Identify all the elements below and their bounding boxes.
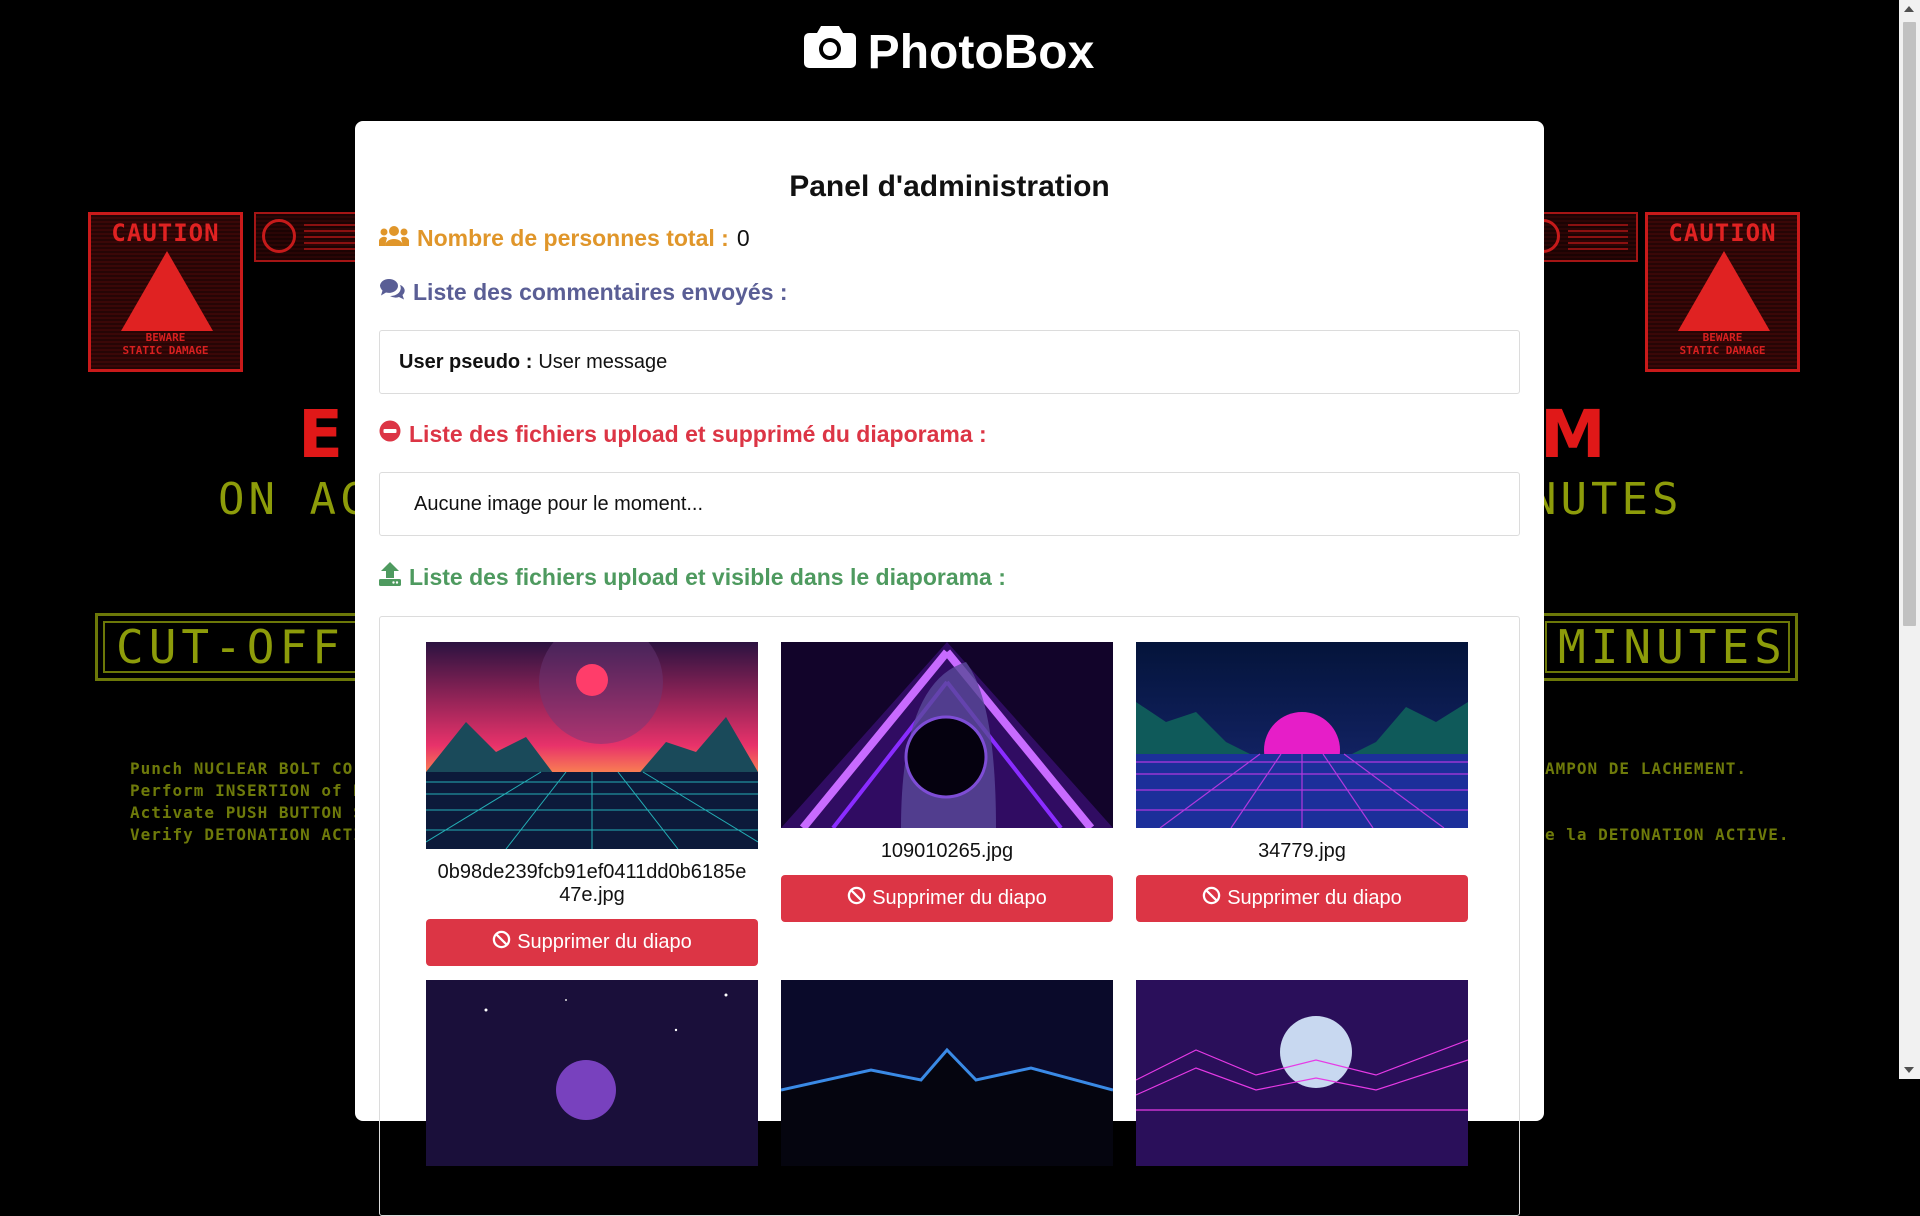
empty-message: Aucune image pour le moment... (414, 492, 704, 515)
site-header: PhotoBox (0, 24, 1898, 80)
image-thumbnail[interactable] (1136, 980, 1468, 1166)
delete-from-slideshow-button[interactable]: Supprimer du diapo (426, 919, 758, 966)
ban-icon (492, 930, 511, 955)
poster-subline-right: NUTES (1530, 474, 1683, 525)
image-thumbnail[interactable] (1136, 642, 1468, 828)
scroll-up-arrow[interactable] (1904, 6, 1914, 12)
caution-sign-left: CAUTION BEWARE STATIC DAMAGE (88, 212, 243, 372)
poster-subline-left: ON AC (218, 474, 371, 525)
removed-files-heading-text: Liste des fichiers upload et supprimé du… (409, 420, 987, 447)
poster-headline-left: E (298, 396, 348, 473)
poster-box-left: CUT-OFF S (95, 613, 365, 681)
image-card (426, 980, 758, 1178)
image-card (1136, 980, 1468, 1178)
comment-message: User message (538, 350, 668, 373)
poster-box-right: MINUTES (1540, 613, 1798, 681)
upload-icon (379, 562, 401, 592)
comment-pseudo: User pseudo : (399, 350, 533, 373)
scroll-down-arrow[interactable] (1904, 1067, 1914, 1073)
image-card: 0b98de239fcb91ef0411dd0b6185e47e.jpg Sup… (426, 642, 758, 966)
people-count-heading: Nombre de personnes total : 0 (378, 225, 1520, 252)
poster-instructions-left: Punch NUCLEAR BOLT CO Perform INSERTION … (130, 759, 375, 844)
caution-sign-right: CAUTION BEWARE STATIC DAMAGE (1645, 212, 1800, 372)
removed-files-empty: Aucune image pour le moment... (379, 472, 1520, 536)
delete-from-slideshow-button[interactable]: Supprimer du diapo (1136, 875, 1468, 922)
visible-files-gallery: 0b98de239fcb91ef0411dd0b6185e47e.jpg Sup… (379, 616, 1520, 1216)
image-card: 34779.jpg Supprimer du diapo (1136, 642, 1468, 922)
people-count-label: Nombre de personnes total : (417, 225, 729, 251)
poster-instructions-right: AMPON DE LACHEMENT. e la DETONATION ACTI… (1545, 759, 1790, 844)
scrollbar-thumb[interactable] (1903, 22, 1916, 626)
ban-icon (847, 886, 866, 911)
image-filename: 34779.jpg (1258, 840, 1346, 862)
image-filename: 0b98de239fcb91ef0411dd0b6185e47e.jpg (437, 861, 747, 906)
image-thumbnail[interactable] (426, 980, 758, 1166)
delete-from-slideshow-button[interactable]: Supprimer du diapo (781, 875, 1113, 922)
image-filename: 109010265.jpg (880, 840, 1014, 862)
poster-headline-right: M (1540, 396, 1610, 473)
comment-item: User pseudo : User message (379, 330, 1520, 394)
people-count-value: 0 (736, 225, 750, 251)
users-icon (378, 225, 410, 252)
page-scrollbar[interactable] (1899, 0, 1920, 1079)
admin-panel: Panel d'administration Nombre de personn… (355, 121, 1544, 1216)
visible-files-heading: Liste des fichiers upload et visible dan… (379, 562, 1520, 592)
minus-circle-icon (379, 420, 401, 448)
brand-logo[interactable]: PhotoBox (803, 24, 1095, 80)
image-card: 109010265.jpg Supprimer du diapo (781, 642, 1113, 922)
image-thumbnail[interactable] (781, 642, 1113, 828)
image-card (781, 980, 1113, 1178)
comments-icon (379, 278, 405, 306)
removed-files-heading: Liste des fichiers upload et supprimé du… (379, 420, 1520, 448)
ban-icon (1202, 886, 1221, 911)
image-thumbnail[interactable] (426, 642, 758, 849)
comments-heading: Liste des commentaires envoyés : (379, 278, 1520, 306)
comments-heading-text: Liste des commentaires envoyés : (413, 278, 788, 305)
image-thumbnail[interactable] (781, 980, 1113, 1166)
app-title: PhotoBox (867, 25, 1095, 79)
camera-icon (803, 24, 856, 80)
page-title: Panel d'administration (789, 170, 1110, 203)
visible-files-heading-text: Liste des fichiers upload et visible dan… (409, 563, 1006, 590)
